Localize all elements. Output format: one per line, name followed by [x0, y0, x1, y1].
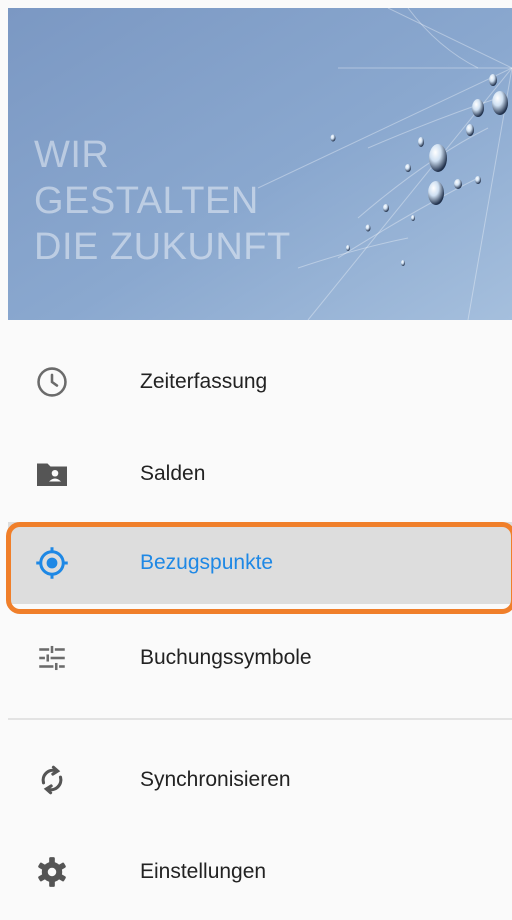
menu-item-synchronisieren[interactable]: Synchronisieren — [8, 734, 512, 826]
menu-item-bezugspunkte[interactable]: Bezugspunkte — [8, 522, 512, 604]
menu-item-label: Zeiterfassung — [140, 370, 268, 393]
menu-item-einstellungen[interactable]: Einstellungen — [8, 826, 512, 918]
slogan-line-2: GESTALTEN — [34, 180, 259, 222]
gear-icon — [30, 850, 74, 894]
header-slogan: WIR GESTALTEN DIE ZUKUNFT — [34, 132, 291, 270]
menu-item-label: Synchronisieren — [140, 768, 291, 791]
slogan-line-1: WIR — [34, 134, 110, 176]
menu-item-label: Buchungssymbole — [140, 646, 312, 669]
menu-item-buchungssymbole[interactable]: Buchungssymbole — [8, 612, 512, 704]
menu-divider — [8, 718, 512, 720]
menu-item-label: Einstellungen — [140, 860, 267, 883]
crosshair-location-icon — [30, 541, 74, 585]
slogan-line-3: DIE ZUKUNFT — [34, 226, 291, 268]
clock-icon — [30, 360, 74, 404]
drawer-header: WIR GESTALTEN DIE ZUKUNFT — [8, 8, 512, 320]
menu-item-salden[interactable]: Salden — [8, 428, 512, 520]
sync-icon — [30, 758, 74, 802]
menu-item-label: Salden — [140, 462, 206, 485]
folder-account-icon — [30, 452, 74, 496]
tune-sliders-icon — [30, 636, 74, 680]
menu-item-label: Bezugspunkte — [140, 551, 274, 574]
navigation-drawer: WIR GESTALTEN DIE ZUKUNFT Zeiterfassung … — [0, 0, 512, 920]
menu-item-zeiterfassung[interactable]: Zeiterfassung — [8, 336, 512, 428]
